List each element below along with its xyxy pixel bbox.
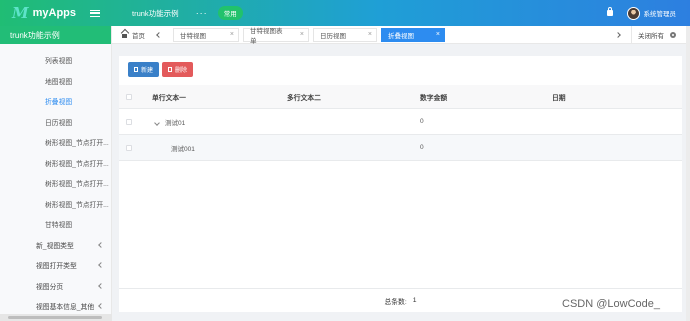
user-name[interactable]: 系统管理员	[644, 8, 677, 18]
sidebar-menu: 列表视图 地图视图 折叠视图 日历视图 树形视图_节点打开... 树形视图_节点…	[0, 44, 111, 317]
scrollbar-thumb[interactable]	[8, 316, 102, 319]
row-checkbox[interactable]	[126, 118, 132, 125]
tab-scroll-right[interactable]	[615, 26, 621, 44]
sidebar-item-collapse-view[interactable]: 折叠视图	[0, 91, 111, 112]
table-cell: 测试001	[171, 145, 195, 153]
sidebar-group-label: 视图分页	[36, 283, 64, 291]
sidebar-title[interactable]: trunk功能示例	[0, 26, 111, 44]
column-header[interactable]: 单行文本一	[152, 92, 186, 102]
sidebar-scrollbar[interactable]	[0, 314, 112, 321]
watermark: CSDN @LowCode_	[562, 298, 660, 310]
chevron-left-icon	[98, 262, 104, 269]
project-title[interactable]: trunk功能示例	[132, 8, 179, 19]
main-area: 首页 甘特视图 × 甘特视图表单 × 日历视图 × 折叠视图 × 关闭所有 新建…	[112, 26, 690, 321]
home-icon	[121, 32, 128, 38]
column-header[interactable]: 日期	[552, 92, 566, 102]
tab-scroll-left-icon[interactable]	[156, 31, 162, 38]
view-panel: 新建 删除 单行文本一 多行文本二 数字金额 日期 测试01 0 测试001 0…	[119, 56, 682, 312]
sidebar-group-view-types[interactable]: 新_视图类型	[0, 235, 111, 256]
close-icon[interactable]: ×	[300, 31, 304, 38]
tab-scroll-right-icon[interactable]	[615, 32, 621, 38]
sidebar-item-tree-view-2[interactable]: 树形视图_节点打开...	[0, 153, 111, 174]
table-cell: 测试01	[154, 117, 186, 127]
sidebar-item-gantt-view[interactable]: 甘特视图	[0, 214, 111, 235]
close-icon[interactable]: ×	[230, 31, 234, 38]
sidebar-item-list-view[interactable]: 列表视图	[0, 50, 111, 71]
tab-label: 首页	[132, 32, 145, 40]
new-button-label: 新建	[141, 68, 154, 74]
trash-icon	[168, 67, 173, 72]
sidebar-group-label: 视图打开类型	[36, 263, 77, 271]
chevron-left-icon	[98, 282, 104, 289]
close-icon[interactable]: ×	[368, 31, 372, 38]
table-row[interactable]: 测试001 0	[119, 135, 682, 161]
cell-text: 测试01	[165, 119, 186, 127]
tab-label: 甘特视图表单	[250, 27, 283, 45]
sidebar-group-open-types[interactable]: 视图打开类型	[0, 255, 111, 276]
more-icon[interactable]: ···	[196, 9, 208, 18]
column-header[interactable]: 数字金额	[420, 92, 447, 102]
sidebar-item-tree-view-3[interactable]: 树形视图_节点打开...	[0, 173, 111, 194]
total-count: 1	[412, 297, 417, 304]
sidebar-item-map-view[interactable]: 地图视图	[0, 71, 111, 92]
logo-mark-icon: M	[12, 4, 29, 22]
table-cell: 0	[420, 144, 424, 151]
close-all-label: 关闭所有	[638, 33, 664, 40]
tab-bar: 首页 甘特视图 × 甘特视图表单 × 日历视图 × 折叠视图 × 关闭所有	[112, 26, 690, 45]
sidebar: trunk功能示例 列表视图 地图视图 折叠视图 日历视图 树形视图_节点打开.…	[0, 26, 112, 321]
tab-gantt-form[interactable]: 甘特视图表单 ×	[243, 27, 309, 45]
sidebar-group-label: 视图基本信息_其他	[36, 304, 95, 312]
app-name: myApps	[32, 7, 77, 19]
chevron-down-icon[interactable]	[154, 119, 160, 126]
data-table: 单行文本一 多行文本二 数字金额 日期 测试01 0 测试001 0	[119, 85, 682, 161]
delete-button-label: 删除	[175, 68, 188, 74]
menu-toggle-icon[interactable]	[90, 9, 100, 17]
tab-calendar-view[interactable]: 日历视图 ×	[313, 27, 377, 42]
new-button[interactable]: 新建	[128, 62, 160, 77]
row-checkbox[interactable]	[126, 144, 132, 151]
table-header: 单行文本一 多行文本二 数字金额 日期	[119, 85, 682, 109]
tab-label: 折叠视图	[388, 32, 414, 40]
page-scrollbar[interactable]	[686, 26, 690, 321]
document-icon	[134, 67, 138, 72]
sidebar-item-tree-view-1[interactable]: 树形视图_节点打开...	[0, 132, 111, 153]
toolbar: 新建 删除	[128, 62, 196, 77]
sidebar-item-tree-view-4[interactable]: 树形视图_节点打开...	[0, 194, 111, 215]
sidebar-item-calendar-view[interactable]: 日历视图	[0, 112, 111, 133]
table-cell: 0	[420, 118, 424, 125]
chevron-left-icon	[98, 241, 104, 248]
top-header: M myApps trunk功能示例 ··· 常用 系统管理员	[0, 0, 690, 26]
table-row[interactable]: 测试01 0	[119, 109, 682, 135]
tab-gantt-view[interactable]: 甘特视图 ×	[173, 27, 239, 42]
header-right: 系统管理员	[606, 6, 690, 20]
avatar[interactable]	[626, 6, 640, 20]
delete-button[interactable]: 删除	[162, 62, 194, 77]
close-all-tabs[interactable]: 关闭所有	[631, 26, 690, 44]
lock-icon[interactable]	[606, 7, 613, 16]
tab-home[interactable]: 首页	[112, 30, 157, 40]
close-icon[interactable]: ×	[436, 31, 440, 38]
select-all-checkbox[interactable]	[126, 93, 132, 100]
tab-label: 日历视图	[320, 32, 346, 40]
column-header[interactable]: 多行文本二	[287, 92, 321, 102]
tab-collapse-view[interactable]: 折叠视图 ×	[381, 27, 445, 42]
sidebar-group-paging[interactable]: 视图分页	[0, 276, 111, 297]
gear-icon[interactable]	[670, 32, 676, 38]
tab-label: 甘特视图	[180, 32, 206, 40]
sidebar-group-label: 新_视图类型	[36, 242, 74, 250]
total-label: 总条数:	[384, 298, 407, 306]
common-tag[interactable]: 常用	[217, 6, 243, 20]
chevron-left-icon	[98, 303, 104, 310]
